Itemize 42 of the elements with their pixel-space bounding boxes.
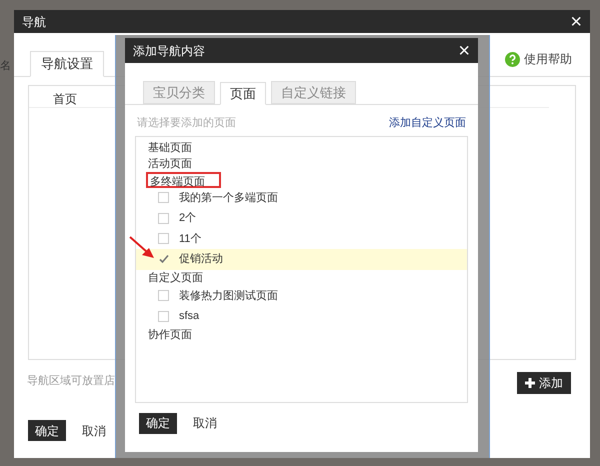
checkbox[interactable] bbox=[158, 212, 169, 224]
tab[interactable]: 页面 bbox=[220, 82, 266, 105]
list-row[interactable]: 促销活动 bbox=[136, 249, 467, 270]
list-row[interactable]: 装修热力图测试页面 bbox=[136, 286, 467, 306]
group-label[interactable]: 协作页面 bbox=[146, 326, 194, 342]
cancel-button[interactable]: 取消 bbox=[78, 422, 110, 440]
confirm-button[interactable]: 确定 bbox=[28, 420, 66, 441]
item-label: 2个 bbox=[179, 211, 196, 226]
checkbox[interactable] bbox=[158, 233, 169, 244]
list-row[interactable]: 我的第一个多端页面 bbox=[136, 188, 467, 208]
item-label: 促销活动 bbox=[179, 252, 223, 267]
dialog-title: 导航 bbox=[22, 14, 46, 30]
close-button[interactable]: × bbox=[570, 12, 582, 32]
help-link[interactable]: 使用帮助 bbox=[524, 50, 572, 68]
add-custom-page-link[interactable]: 添加自定义页面 bbox=[389, 115, 466, 132]
group-label[interactable]: 活动页面 bbox=[146, 156, 194, 172]
help-icon[interactable] bbox=[505, 52, 520, 66]
close-button[interactable]: × bbox=[458, 40, 470, 60]
prompt-text: 请选择要添加的页面 bbox=[137, 116, 236, 131]
dialog-title: 添加导航内容 bbox=[133, 42, 205, 60]
group-label[interactable]: 多终端页面 bbox=[146, 172, 221, 188]
list-row[interactable]: 11个 bbox=[136, 228, 467, 249]
plus-icon bbox=[525, 378, 535, 388]
item-label: 11个 bbox=[179, 232, 202, 246]
checkbox[interactable] bbox=[158, 254, 169, 265]
tab[interactable]: 导航设置 bbox=[30, 51, 104, 77]
confirm-button[interactable]: 确定 bbox=[139, 412, 177, 434]
checkbox[interactable] bbox=[158, 290, 169, 302]
checkbox[interactable] bbox=[158, 310, 169, 322]
cancel-button[interactable]: 取消 bbox=[189, 414, 221, 432]
background-label: 名 bbox=[0, 59, 11, 74]
item-label: sfsa bbox=[179, 309, 200, 324]
hint-text: 导航区域可放置店 bbox=[27, 374, 115, 389]
add-button[interactable]: 添加 bbox=[517, 372, 571, 394]
group-label[interactable]: 自定义页面 bbox=[146, 270, 205, 286]
group-label[interactable]: 基础页面 bbox=[146, 140, 194, 156]
checkbox[interactable] bbox=[158, 192, 169, 204]
annotation-arrow bbox=[129, 236, 155, 259]
list-row[interactable]: sfsa bbox=[136, 306, 467, 326]
item-label: 装修热力图测试页面 bbox=[179, 288, 278, 304]
item-label: 我的第一个多端页面 bbox=[179, 190, 278, 206]
list-row[interactable]: 2个 bbox=[136, 208, 467, 228]
